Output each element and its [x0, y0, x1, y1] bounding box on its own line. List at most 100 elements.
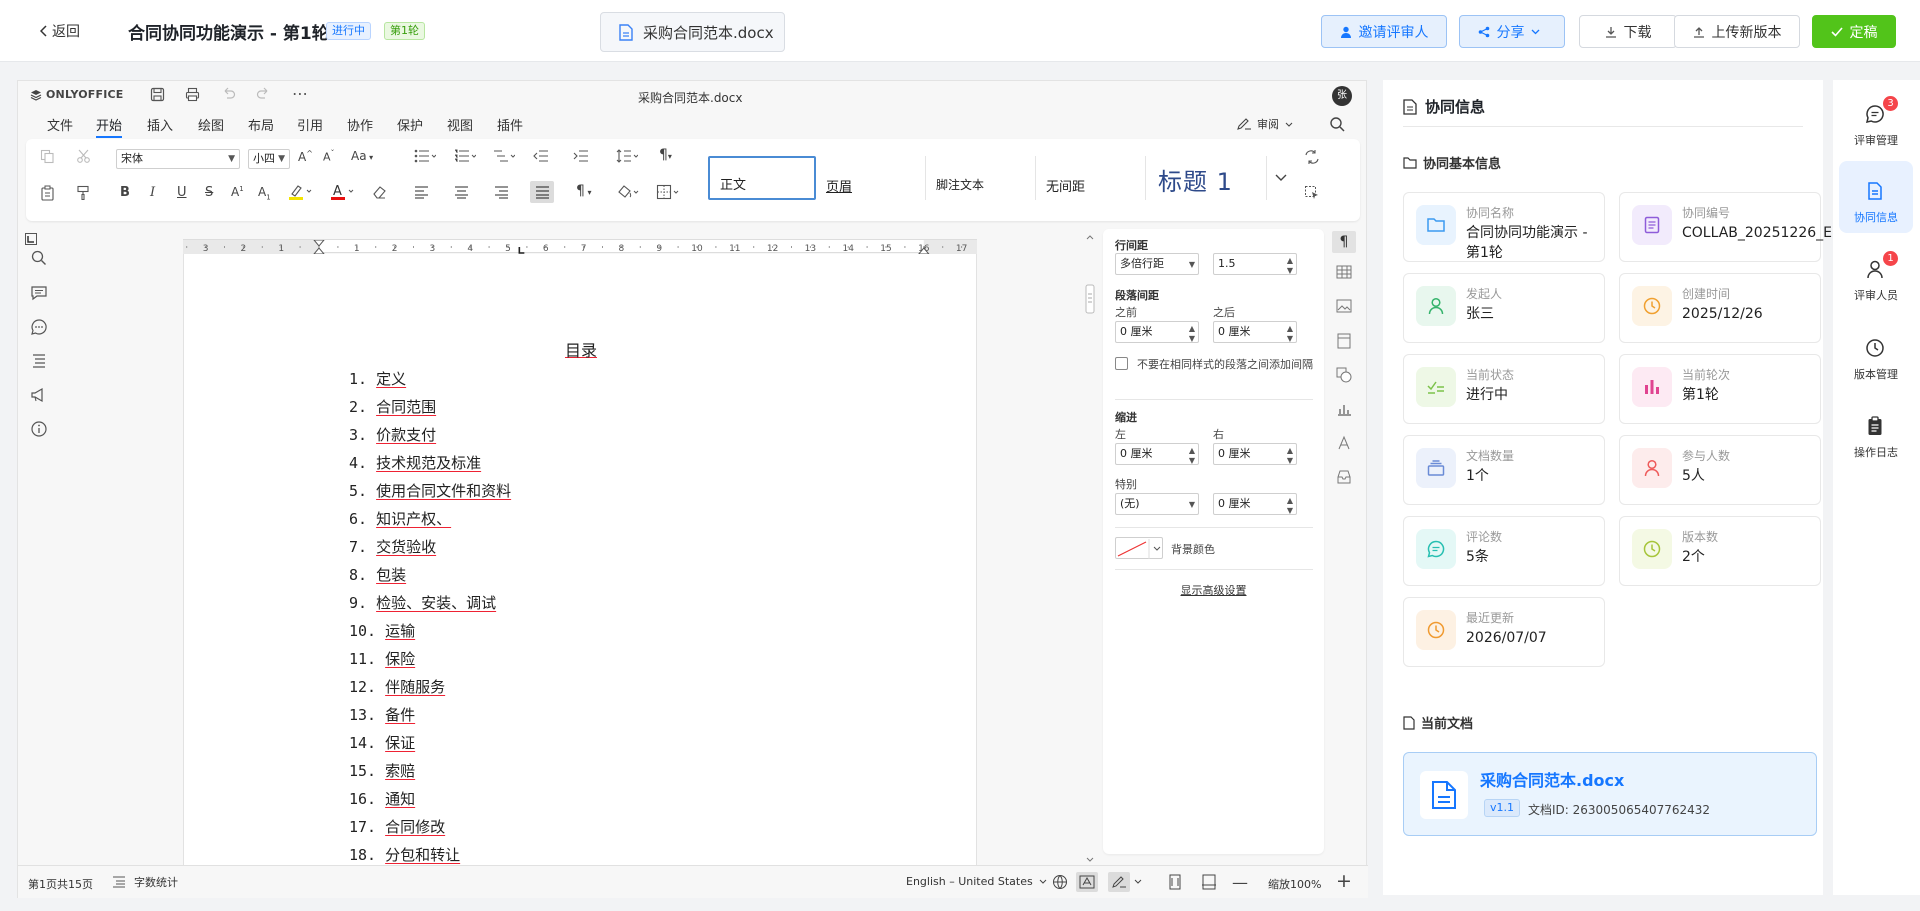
table-settings-icon[interactable]	[1336, 265, 1352, 279]
document-tab[interactable]: 采购合同范本.docx	[600, 12, 785, 52]
spacing-after-input[interactable]: 0 厘米 ▲ ▼	[1213, 321, 1297, 343]
toc-entry[interactable]: 16. 通知	[349, 789, 511, 817]
toc-entry[interactable]: 17. 合同修改	[349, 817, 511, 845]
navigation-icon[interactable]	[30, 352, 48, 370]
menu-draw[interactable]: 绘图	[198, 115, 224, 134]
language-select[interactable]: English – United States	[906, 875, 1047, 888]
tab-operation-log[interactable]: 操作日志	[1839, 396, 1913, 468]
menu-view[interactable]: 视图	[447, 115, 473, 134]
fit-width-icon[interactable]	[1201, 874, 1217, 890]
tab-review-management[interactable]: 3 评审管理	[1839, 84, 1913, 156]
decrease-font-icon[interactable]: Aˇ	[323, 149, 335, 164]
font-family-select[interactable]: 宋体 ▼	[116, 149, 240, 169]
image-settings-icon[interactable]	[1336, 299, 1352, 313]
tab-collaboration-info[interactable]: 协同信息	[1839, 161, 1913, 233]
toc-entry[interactable]: 8. 包装	[349, 565, 511, 593]
style-footnote[interactable]: 脚注文本	[926, 156, 1036, 200]
toc-entry[interactable]: 14. 保证	[349, 733, 511, 761]
highlight-color-icon[interactable]	[288, 183, 314, 201]
change-style-icon[interactable]	[1304, 149, 1320, 165]
paste-icon[interactable]	[40, 185, 55, 201]
horizontal-ruler[interactable]: 3211234567891011121314151617	[183, 239, 977, 254]
background-color-picker[interactable]	[1115, 537, 1163, 559]
chat-icon[interactable]	[30, 318, 48, 336]
toc-entry[interactable]: 4. 技术规范及标准	[349, 453, 511, 481]
toc-entry[interactable]: 1. 定义	[349, 369, 511, 397]
underline-button[interactable]: U	[177, 185, 187, 200]
current-document-card[interactable]: 采购合同范本.docx v1.1 文档ID: 26300506540776243…	[1403, 752, 1817, 836]
change-case-icon[interactable]: Aa ▾	[351, 149, 373, 163]
download-button[interactable]: 下载	[1579, 15, 1677, 48]
menu-plugins[interactable]: 插件	[497, 115, 523, 134]
invite-reviewer-button[interactable]: 邀请评审人	[1321, 15, 1447, 48]
document-page[interactable]: 目录 1. 定义 2. 合同范围 3. 价款支付 4. 技术规范及标准 5. 使用合同文…	[183, 254, 977, 874]
save-icon[interactable]	[150, 87, 165, 102]
more-icon[interactable]: ⋯	[292, 84, 308, 103]
toc-entry[interactable]: 5. 使用合同文件和资料	[349, 481, 511, 509]
justify-icon[interactable]	[530, 181, 554, 203]
decrease-indent-icon[interactable]	[533, 149, 549, 163]
cut-icon[interactable]	[76, 149, 91, 164]
finalize-button[interactable]: 定稿	[1812, 15, 1896, 48]
avatar[interactable]: 张	[1332, 86, 1352, 106]
style-heading-1[interactable]: 标题 1	[1146, 156, 1266, 200]
style-normal[interactable]: 正文	[708, 156, 816, 200]
paragraph-settings-icon[interactable]: ¶	[1332, 231, 1356, 253]
line-spacing-value-input[interactable]: 1.5 ▲ ▼	[1213, 253, 1297, 275]
subscript-button[interactable]: A1	[258, 185, 271, 201]
toc-entry[interactable]: 3. 价款支付	[349, 425, 511, 453]
special-indent-value-input[interactable]: 0 厘米 ▲ ▼	[1213, 493, 1297, 515]
line-spacing-icon[interactable]	[616, 149, 638, 163]
increase-indent-icon[interactable]	[573, 149, 589, 163]
format-painter-icon[interactable]	[76, 185, 91, 201]
toc-entry[interactable]: 15. 索赔	[349, 761, 511, 789]
chart-settings-icon[interactable]	[1336, 401, 1352, 417]
menu-home[interactable]: 开始	[96, 115, 123, 138]
style-no-spacing[interactable]: 无间距	[1036, 156, 1146, 200]
styles-expand-button[interactable]	[1266, 156, 1294, 200]
special-indent-select[interactable]: (无) ▼	[1115, 493, 1199, 515]
upload-new-version-button[interactable]: 上传新版本	[1674, 15, 1800, 48]
align-left-icon[interactable]	[414, 186, 429, 199]
show-advanced-settings-link[interactable]: 显示高级设置	[1103, 582, 1324, 598]
font-color-icon[interactable]: A	[330, 183, 356, 201]
bullet-list-icon[interactable]	[414, 149, 436, 163]
menu-file[interactable]: 文件	[47, 115, 73, 134]
indent-left-input[interactable]: 0 厘米 ▲ ▼	[1115, 443, 1199, 465]
numbered-list-icon[interactable]	[454, 149, 476, 163]
line-spacing-mode-select[interactable]: 多倍行距 ▼	[1115, 253, 1199, 275]
current-doc-name[interactable]: 采购合同范本.docx	[1480, 767, 1624, 791]
borders-icon[interactable]	[656, 184, 680, 200]
share-button[interactable]: 分享	[1459, 15, 1565, 48]
form-settings-icon[interactable]	[1336, 469, 1352, 485]
toc-entry[interactable]: 11. 保险	[349, 649, 511, 677]
show-formatting-icon[interactable]: ¶ ▾	[576, 183, 591, 199]
info-icon[interactable]	[30, 420, 48, 438]
tab-stop-marker[interactable]	[518, 247, 525, 254]
header-footer-settings-icon[interactable]	[1336, 333, 1352, 349]
toc-entry[interactable]: 2. 合同范围	[349, 397, 511, 425]
paragraph-settings-icon[interactable]: ¶▾	[659, 147, 672, 163]
track-changes-icon[interactable]	[1108, 872, 1130, 892]
undo-icon[interactable]	[221, 87, 236, 102]
zoom-out-button[interactable]: —	[1232, 873, 1248, 892]
back-button[interactable]: 返回	[40, 21, 80, 41]
style-header[interactable]: 页眉	[816, 156, 926, 200]
globe-icon[interactable]	[1052, 874, 1068, 890]
italic-button[interactable]: I	[150, 185, 155, 200]
redo-icon[interactable]	[256, 87, 271, 102]
shape-settings-icon[interactable]	[1336, 367, 1352, 383]
multilevel-list-icon[interactable]	[493, 149, 515, 163]
spellcheck-icon[interactable]	[1076, 872, 1098, 892]
toc-entry[interactable]: 7. 交货验收	[349, 537, 511, 565]
word-count-button[interactable]: 字数统计	[112, 874, 178, 890]
align-center-icon[interactable]	[454, 186, 469, 199]
bold-button[interactable]: B	[120, 185, 130, 200]
tab-reviewers[interactable]: 1 评审人员	[1839, 239, 1913, 311]
text-art-settings-icon[interactable]	[1336, 435, 1352, 451]
toc-entry[interactable]: 9. 检验、安装、调试	[349, 593, 511, 621]
menu-insert[interactable]: 插入	[147, 115, 173, 134]
ruler-corner-icon[interactable]	[25, 233, 37, 245]
search-icon[interactable]	[30, 249, 48, 267]
spacing-before-input[interactable]: 0 厘米 ▲ ▼	[1115, 321, 1199, 343]
